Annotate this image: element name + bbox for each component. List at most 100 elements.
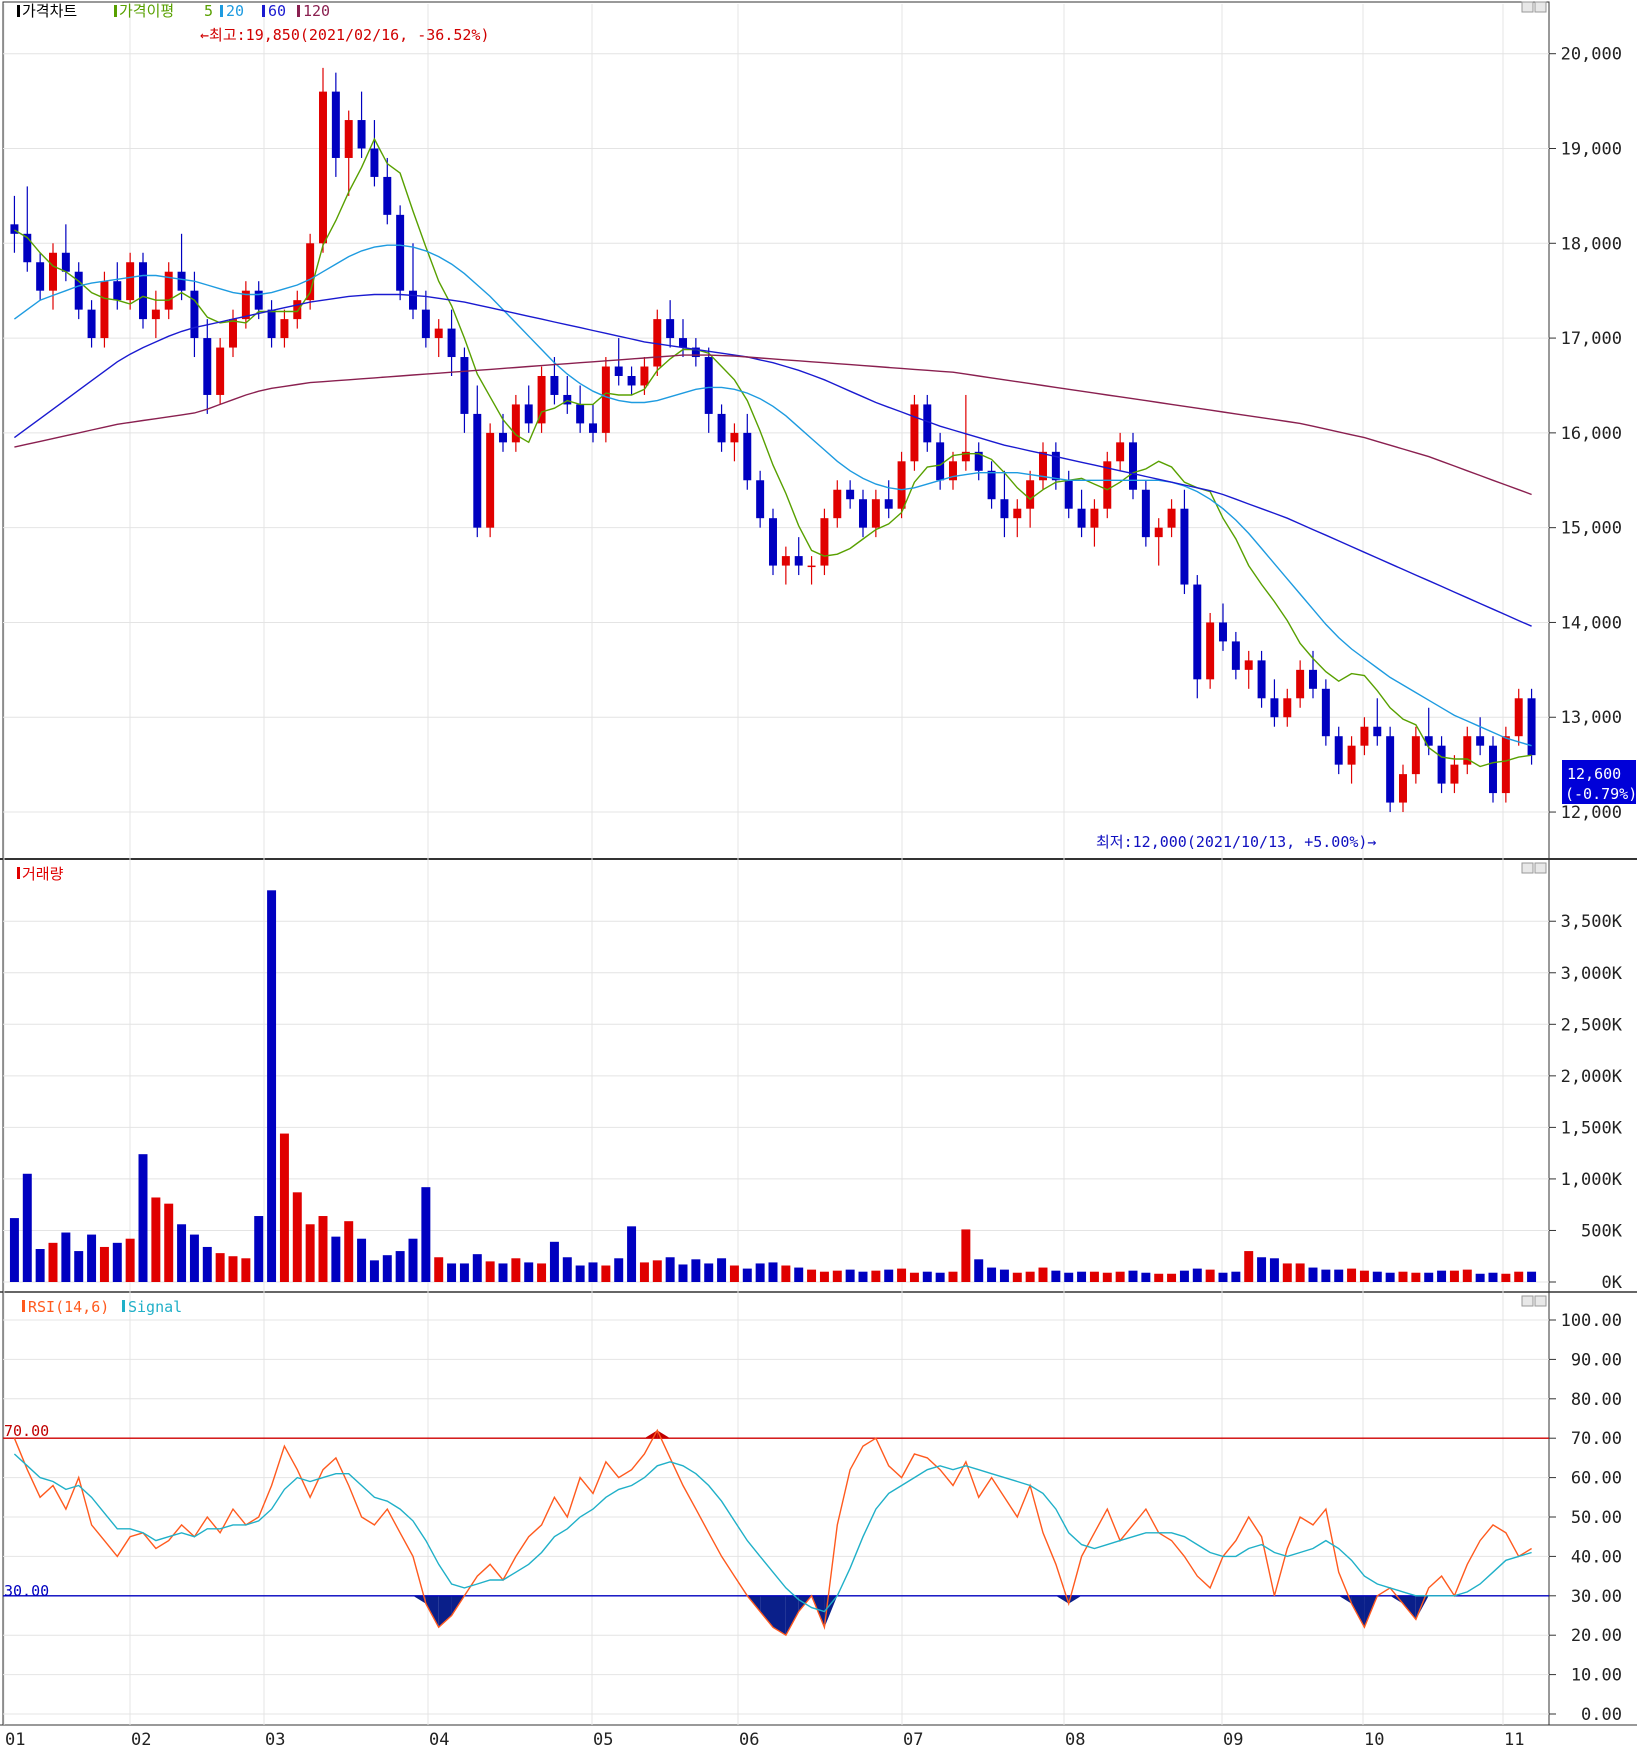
volume-bar: [498, 1263, 508, 1282]
volume-bar: [871, 1270, 881, 1282]
volume-bar: [935, 1272, 945, 1282]
x-tick-label: 05: [593, 1730, 613, 1750]
candle-body: [36, 262, 45, 291]
candle-body: [100, 281, 109, 339]
rsi-tick-label: 80.00: [1571, 1390, 1622, 1410]
volume-bar: [1077, 1271, 1087, 1282]
volume-bar: [434, 1257, 444, 1282]
candle-body: [1296, 669, 1305, 699]
candle-body: [486, 432, 495, 528]
ma60-legend: 60: [268, 2, 286, 20]
rsi-tick-label: 30.00: [1571, 1587, 1622, 1607]
rsi-tick-label: 100.00: [1561, 1311, 1622, 1331]
volume-bar: [704, 1263, 714, 1282]
candle-body: [1334, 736, 1343, 765]
volume-bar: [537, 1263, 547, 1282]
candle-body: [820, 518, 829, 566]
x-tick-label: 06: [739, 1730, 759, 1750]
candle-body: [833, 489, 842, 519]
volume-bar: [189, 1234, 199, 1282]
volume-bar: [241, 1258, 251, 1282]
rsi-tick-label: 60.00: [1571, 1469, 1622, 1489]
volume-bar: [1372, 1271, 1382, 1282]
candle-body: [74, 271, 83, 310]
volume-bar: [1179, 1270, 1189, 1282]
close-icon[interactable]: [1534, 862, 1547, 874]
volume-bar: [807, 1269, 817, 1282]
candle-body: [1077, 508, 1086, 528]
candle-body: [1244, 660, 1253, 670]
candle-body: [1257, 660, 1266, 699]
candle-body: [1231, 641, 1240, 670]
price-tick-label: 14,000: [1561, 613, 1622, 633]
candle-body: [589, 423, 597, 433]
volume-bar: [832, 1270, 842, 1282]
candle-body: [1270, 698, 1279, 718]
candle-body: [1399, 774, 1407, 803]
volume-bar: [292, 1192, 302, 1282]
volume-bar: [1347, 1268, 1357, 1282]
volume-bar: [279, 1133, 289, 1282]
volume-bar: [729, 1265, 739, 1282]
volume-bar: [999, 1269, 1009, 1282]
volume-bar: [369, 1260, 379, 1282]
candle-body: [1064, 480, 1073, 509]
candle-body: [730, 432, 739, 443]
candle-body: [794, 556, 803, 566]
candle-body: [1000, 499, 1009, 519]
volume-bar: [845, 1269, 855, 1282]
volume-bar: [138, 1154, 148, 1282]
volume-bar: [1025, 1271, 1035, 1282]
volume-bar: [678, 1264, 688, 1282]
x-tick-label: 03: [265, 1730, 285, 1750]
volume-tick-label: 2,500K: [1561, 1015, 1623, 1035]
volume-bar: [511, 1258, 521, 1282]
volume-bar: [627, 1226, 637, 1282]
volume-bar: [575, 1265, 585, 1282]
volume-bar: [228, 1256, 238, 1282]
minimize-icon[interactable]: [1521, 1295, 1534, 1307]
volume-bar: [1475, 1273, 1485, 1282]
volume-tick-label: 0K: [1602, 1273, 1623, 1293]
candle-body: [1527, 698, 1536, 756]
candle-body: [151, 309, 160, 320]
candle-body: [1321, 688, 1330, 737]
volume-bar: [331, 1236, 341, 1282]
volume-bar: [1308, 1267, 1318, 1282]
volume-bar: [305, 1224, 315, 1282]
volume-bar: [1141, 1272, 1151, 1282]
candle-body: [113, 281, 122, 301]
candle-body: [396, 214, 405, 291]
candle-body: [576, 404, 585, 424]
ma5-legend: 5: [204, 2, 213, 20]
volume-bar: [1012, 1272, 1022, 1282]
low-annotation: 최저:12,000(2021/10/13, +5.00%)→: [1096, 833, 1376, 851]
candle-body: [1283, 698, 1292, 718]
volume-bar: [472, 1254, 482, 1282]
rsi-tick-label: 0.00: [1581, 1705, 1622, 1725]
x-tick-label: 11: [1504, 1730, 1524, 1750]
candle-body: [344, 120, 353, 158]
candle-body: [936, 442, 945, 481]
volume-bar: [768, 1262, 778, 1282]
price-tick-label: 15,000: [1561, 519, 1622, 539]
close-icon[interactable]: [1534, 1295, 1547, 1307]
candle-body: [859, 499, 867, 528]
volume-bar: [1501, 1273, 1511, 1282]
current-price: 12,600: [1567, 765, 1621, 783]
candle-body: [267, 309, 276, 339]
volume-bar: [267, 890, 277, 1282]
candle-body: [87, 309, 96, 339]
volume-bar: [974, 1259, 984, 1282]
volume-bar: [717, 1258, 727, 1282]
minimize-icon[interactable]: [1521, 862, 1534, 874]
volume-bar: [1128, 1270, 1138, 1282]
close-icon[interactable]: [1534, 1, 1547, 13]
candle-body: [1154, 527, 1163, 538]
candle-body: [1501, 736, 1510, 794]
volume-bar: [1257, 1257, 1267, 1282]
x-tick-label: 01: [5, 1730, 25, 1750]
candle-body: [409, 290, 417, 310]
minimize-icon[interactable]: [1521, 1, 1534, 13]
candle-body: [203, 338, 212, 395]
